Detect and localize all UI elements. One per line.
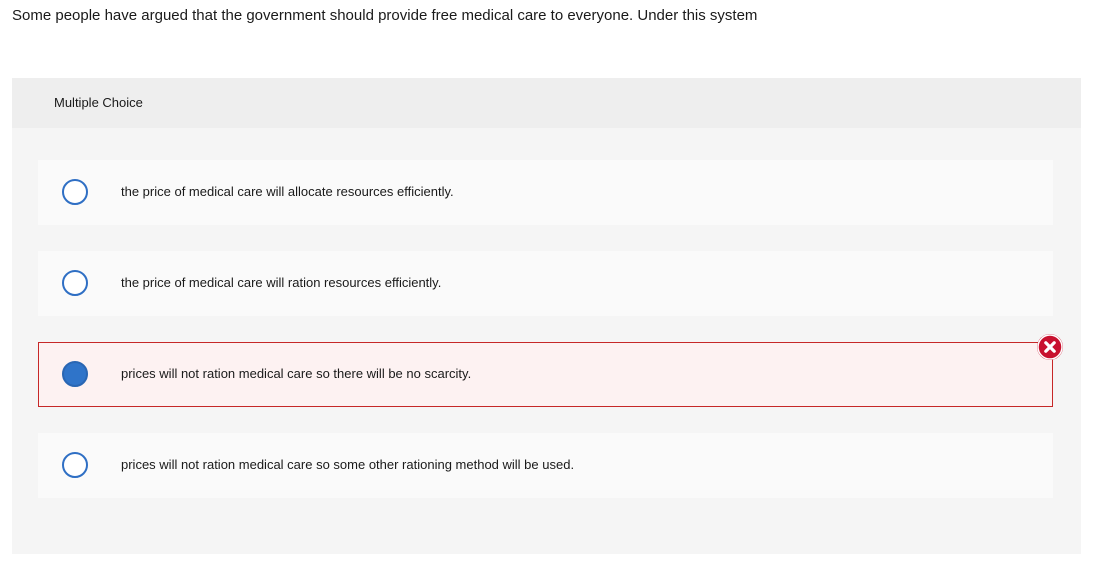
close-circle-icon (1037, 334, 1063, 360)
answer-option-3-selected-incorrect[interactable]: prices will not ration medical care so t… (38, 342, 1053, 407)
radio-button[interactable] (62, 452, 88, 478)
radio-button-selected[interactable] (62, 361, 88, 387)
answer-option-4[interactable]: prices will not ration medical care so s… (38, 433, 1053, 498)
answer-option-label: the price of medical care will allocate … (121, 184, 454, 199)
panel-header: Multiple Choice (12, 78, 1081, 128)
answer-option-label: prices will not ration medical care so s… (121, 457, 575, 472)
multiple-choice-panel: Multiple Choice the price of medical car… (12, 78, 1081, 554)
radio-button[interactable] (62, 270, 88, 296)
question-prompt: Some people have argued that the governm… (12, 7, 758, 24)
answer-option-1[interactable]: the price of medical care will allocate … (38, 160, 1053, 225)
answer-option-label: the price of medical care will ration re… (121, 275, 442, 290)
radio-button[interactable] (62, 179, 88, 205)
answer-option-2[interactable]: the price of medical care will ration re… (38, 251, 1053, 316)
panel-header-label: Multiple Choice (54, 95, 143, 110)
answer-option-label: prices will not ration medical care so t… (121, 366, 472, 381)
